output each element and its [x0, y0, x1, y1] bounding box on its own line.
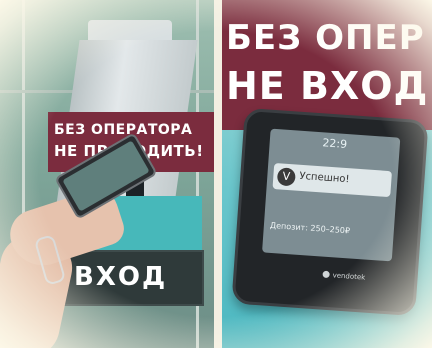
payment-status-text: Успешно!: [299, 170, 350, 186]
brand-logo-icon: [322, 270, 330, 279]
terminal-photo: БЕЗ ОПЕР НЕ ВХОД 22:9 V Успешно! Депозит…: [222, 0, 432, 348]
terminal-screen: 22:9 V Успешно! Депозит: 250–250₽: [262, 128, 401, 262]
payment-status: V Успешно!: [272, 162, 392, 198]
entrance-sign-text: ВХОД: [74, 262, 168, 292]
operator-sign-line1: БЕЗ ОПЕРАТОРА: [54, 122, 193, 138]
entrance-sign: ВХОД: [60, 250, 204, 306]
success-check-icon: V: [276, 167, 296, 187]
closeup-sign-line2: НЕ ВХОД: [226, 64, 429, 108]
photo-divider: [214, 0, 222, 348]
turnstile-photo: БЕЗ ОПЕРАТОРА НЕ ПРОХОДИТЬ! ВХОД: [0, 0, 214, 348]
deposit-text: Депозит: 250–250₽: [269, 220, 351, 236]
terminal-brand: vendotek: [332, 271, 366, 282]
closeup-sign-line1: БЕЗ ОПЕР: [226, 18, 425, 58]
payment-terminal: 22:9 V Успешно! Депозит: 250–250₽ vendot…: [231, 107, 429, 317]
terminal-clock: 22:9: [321, 136, 348, 152]
